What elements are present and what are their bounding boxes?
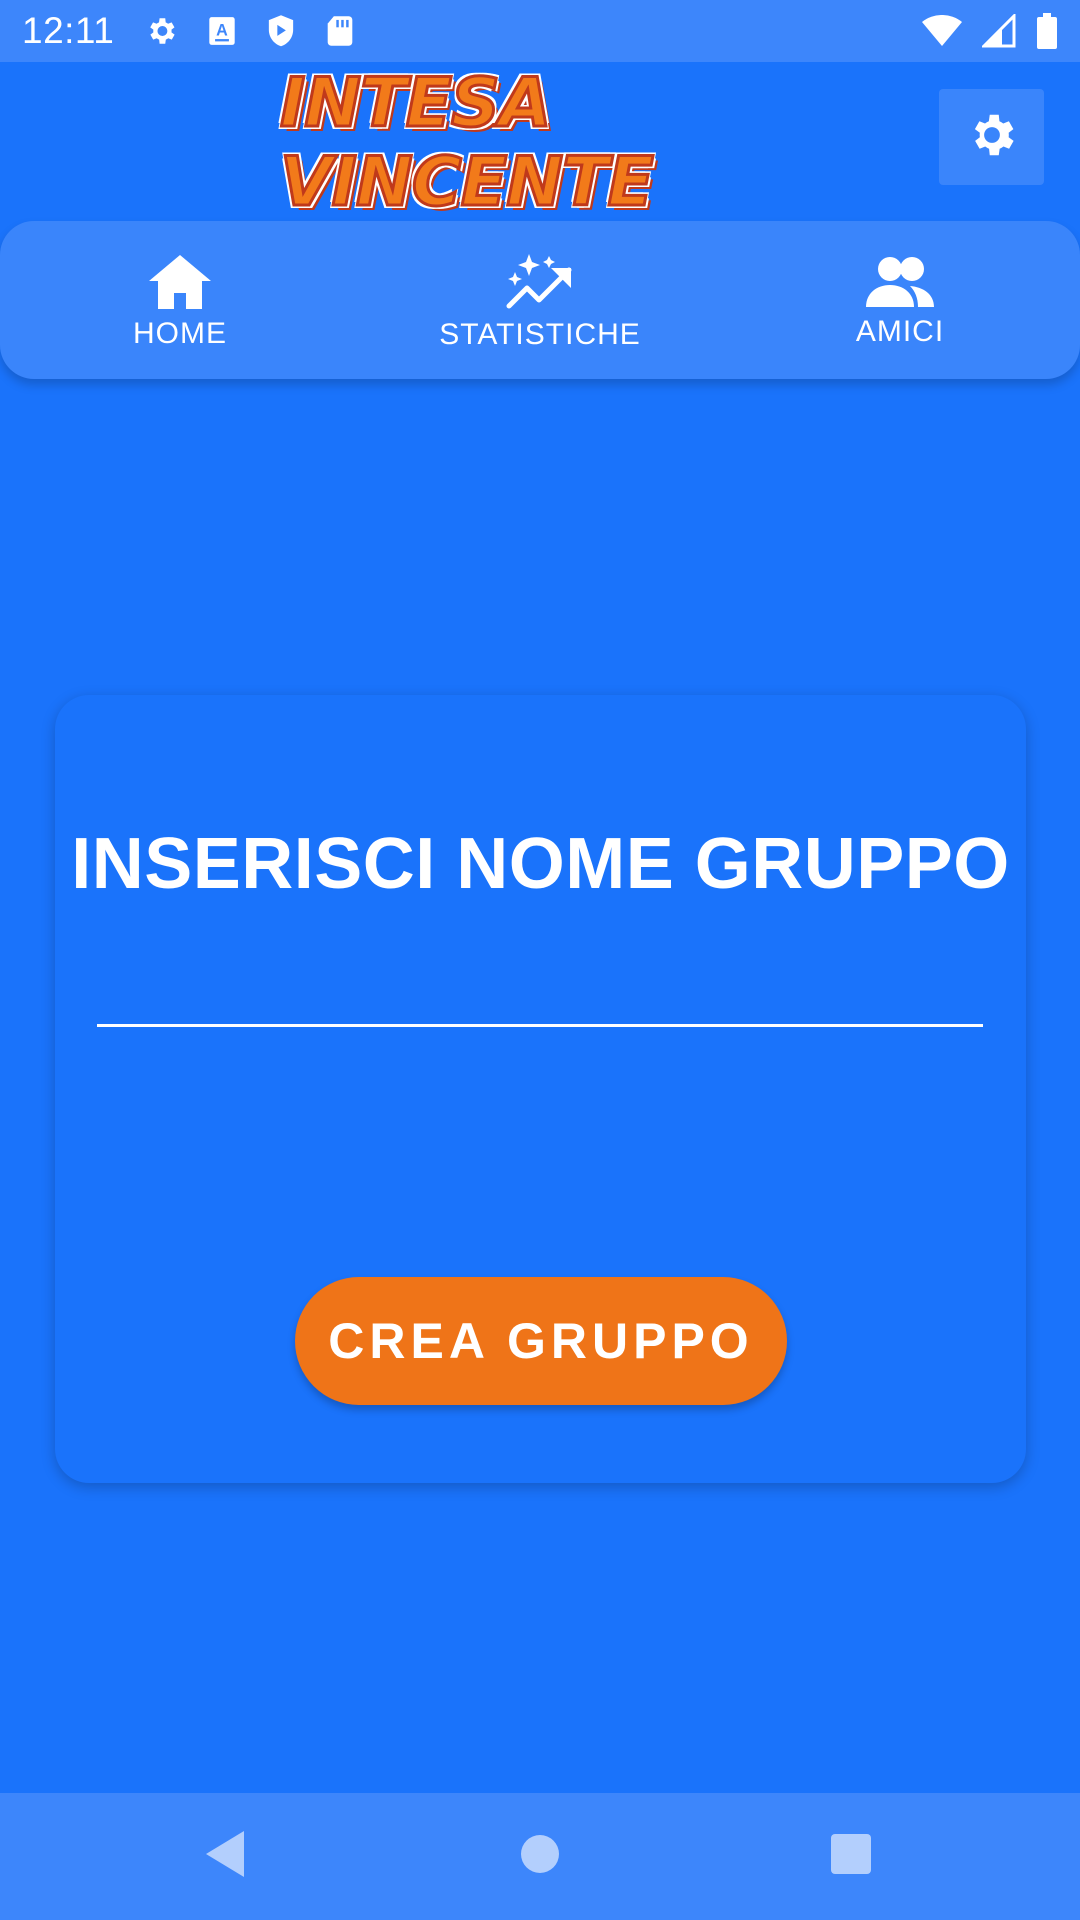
create-group-button[interactable]: CREA GRUPPO: [295, 1277, 787, 1405]
battery-icon: [1036, 13, 1058, 49]
keyboard-a-icon: A: [208, 16, 236, 46]
recents-button[interactable]: [830, 1829, 872, 1884]
settings-button[interactable]: [939, 89, 1044, 185]
trending-sparkle-icon: [505, 252, 575, 318]
back-icon: [202, 1829, 246, 1884]
tab-home[interactable]: HOME: [0, 221, 360, 379]
tab-home-label: HOME: [133, 317, 227, 350]
screen: 12:11 A INTESA VINCENTE HOME STATISTICHE…: [0, 0, 1080, 1920]
tab-amici-label: AMICI: [855, 315, 945, 348]
status-bar: 12:11 A: [0, 0, 1080, 62]
home-icon: [147, 253, 213, 317]
tab-statistiche[interactable]: STATISTICHE: [360, 221, 720, 379]
tab-statistiche-label: STATISTICHE: [439, 318, 641, 351]
signal-icon: [982, 14, 1016, 48]
status-time: 12:11: [22, 10, 115, 51]
home-button[interactable]: [520, 1829, 560, 1884]
status-icons-right: [922, 13, 1058, 49]
gear-icon: [965, 108, 1019, 167]
top-nav: HOME STATISTICHE AMICI: [0, 221, 1080, 379]
back-button[interactable]: [202, 1829, 246, 1884]
status-icons-left: A: [144, 14, 354, 48]
app-header: INTESA VINCENTE: [0, 62, 1080, 224]
tab-amici[interactable]: AMICI: [720, 221, 1080, 379]
form-title: INSERISCI NOME GRUPPO: [71, 824, 1010, 904]
sd-card-icon: [326, 15, 354, 47]
app-logo: INTESA VINCENTE: [279, 63, 656, 224]
home-circle-icon: [520, 1829, 560, 1884]
wifi-icon: [922, 15, 962, 47]
svg-text:A: A: [217, 22, 229, 40]
people-icon: [864, 255, 936, 315]
system-nav-bar: [0, 1793, 1080, 1920]
create-group-card: INSERISCI NOME GRUPPO CREA GRUPPO: [55, 695, 1026, 1483]
play-protect-icon: [266, 14, 296, 48]
recents-icon: [830, 1829, 872, 1884]
group-name-input[interactable]: [97, 935, 983, 1027]
settings-icon: [144, 14, 178, 48]
